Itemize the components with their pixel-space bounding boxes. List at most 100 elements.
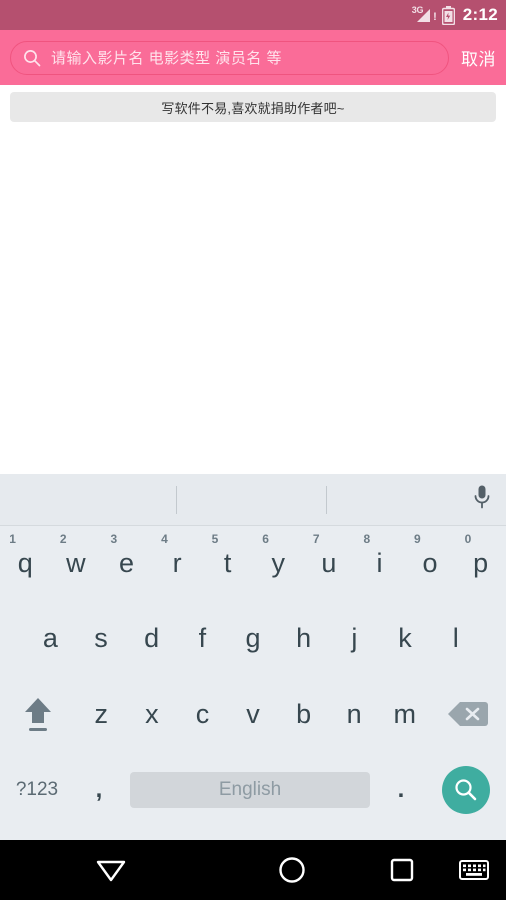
key-v[interactable]: v	[228, 699, 279, 730]
keyboard-row-1: 1q 2w 3e 4r 5t 6y 7u 8i 9o 0p	[0, 526, 506, 600]
key-i-label: i	[376, 547, 383, 578]
key-u[interactable]: 7u	[304, 526, 355, 600]
signal-bars-icon	[416, 9, 430, 22]
key-l[interactable]: l	[430, 600, 481, 676]
key-b[interactable]: b	[278, 699, 329, 730]
period-key-label: .	[397, 776, 405, 803]
key-p[interactable]: 0p	[455, 526, 506, 600]
key-s[interactable]: s	[76, 600, 127, 676]
key-a[interactable]: a	[25, 600, 76, 676]
key-n-label: n	[346, 698, 362, 729]
key-f-label: f	[198, 622, 207, 653]
key-g[interactable]: g	[228, 600, 279, 676]
key-f[interactable]: f	[177, 600, 228, 676]
key-m-label: m	[393, 698, 417, 729]
shift-key[interactable]	[0, 692, 76, 736]
key-k[interactable]: k	[380, 600, 431, 676]
key-a-label: a	[42, 622, 58, 653]
key-w[interactable]: 2w	[51, 526, 102, 600]
search-icon	[455, 779, 477, 801]
key-r-label: r	[172, 547, 182, 578]
key-q[interactable]: 1q	[0, 526, 51, 600]
key-y-number: 6	[262, 532, 269, 546]
key-c[interactable]: c	[177, 699, 228, 730]
key-p-number: 0	[464, 532, 472, 546]
comma-key[interactable]: ,	[74, 776, 124, 804]
period-key[interactable]: .	[376, 776, 426, 804]
donate-banner[interactable]: 写软件不易,喜欢就捐助作者吧~	[10, 92, 496, 122]
key-d[interactable]: d	[126, 600, 177, 676]
suggestion-divider	[176, 486, 177, 514]
key-s-label: s	[94, 622, 108, 653]
search-input[interactable]: 请输入影片名 电影类型 演员名 等	[10, 40, 449, 75]
key-z-label: z	[94, 698, 109, 729]
symbols-key[interactable]: ?123	[0, 779, 74, 801]
key-u-label: u	[321, 547, 337, 578]
suggestion-bar	[0, 474, 506, 526]
key-r[interactable]: 4r	[152, 526, 203, 600]
key-h-label: h	[296, 622, 312, 653]
key-e[interactable]: 3e	[101, 526, 152, 600]
search-placeholder: 请输入影片名 电影类型 演员名 等	[51, 50, 283, 67]
home-button[interactable]	[222, 840, 362, 900]
key-p-label: p	[473, 547, 489, 578]
key-l-label: l	[452, 622, 459, 653]
triangle-down-icon	[96, 860, 126, 882]
key-w-number: 2	[59, 532, 67, 546]
symbols-key-label: ?123	[15, 779, 59, 800]
key-x[interactable]: x	[127, 699, 178, 730]
app-root: 3G ! 2:12 请输入影片名 电影类型 演员名 等 取消 写软件不易,喜欢就…	[0, 0, 506, 900]
keyboard-switch-button[interactable]	[442, 840, 506, 900]
comma-key-label: ,	[95, 776, 103, 803]
key-i[interactable]: 8i	[354, 526, 405, 600]
key-e-label: e	[118, 547, 134, 578]
square-icon	[390, 858, 414, 882]
key-x-label: x	[145, 698, 159, 729]
donate-banner-label: 写软件不易,喜欢就捐助作者吧~	[161, 100, 345, 116]
keyboard-row-3: z x c v b n m	[0, 676, 506, 752]
key-o[interactable]: 9o	[405, 526, 456, 600]
search-results-area	[0, 130, 506, 474]
search-icon	[24, 49, 41, 66]
search-header: 请输入影片名 电影类型 演员名 等 取消	[0, 30, 506, 85]
back-button[interactable]	[0, 840, 222, 900]
keyboard-row-4: ?123 , English .	[0, 752, 506, 828]
key-e-number: 3	[110, 532, 118, 546]
key-q-number: 1	[9, 532, 16, 546]
key-t-label: t	[223, 547, 232, 578]
key-j[interactable]: j	[329, 600, 380, 676]
key-i-number: 8	[363, 532, 371, 546]
microphone-icon[interactable]	[472, 484, 492, 515]
clock-label: 2:12	[462, 5, 498, 24]
key-y[interactable]: 6y	[253, 526, 304, 600]
space-key-label: English	[218, 779, 282, 800]
key-d-label: d	[144, 622, 160, 653]
backspace-key[interactable]	[430, 699, 506, 729]
shift-icon	[25, 698, 51, 731]
cancel-button[interactable]: 取消	[461, 45, 496, 70]
signal-icon: 3G !	[412, 5, 437, 24]
space-key[interactable]: English	[130, 772, 370, 808]
key-j-label: j	[351, 622, 358, 653]
battery-icon	[441, 5, 456, 25]
status-bar: 3G ! 2:12	[0, 0, 506, 30]
key-n[interactable]: n	[329, 699, 380, 730]
key-t-number: 5	[211, 532, 219, 546]
soft-keyboard: 1q 2w 3e 4r 5t 6y 7u 8i 9o 0p a s d f g …	[0, 474, 506, 840]
backspace-icon	[448, 702, 488, 726]
key-t[interactable]: 5t	[202, 526, 253, 600]
network-alert-label: !	[433, 11, 437, 23]
keyboard-row-2: a s d f g h j k l	[0, 600, 506, 676]
key-m[interactable]: m	[379, 699, 430, 730]
key-h[interactable]: h	[278, 600, 329, 676]
key-c-label: c	[195, 698, 210, 729]
search-enter-key[interactable]	[426, 766, 506, 814]
key-g-label: g	[245, 622, 261, 653]
key-v-label: v	[246, 698, 260, 729]
key-o-number: 9	[414, 532, 421, 546]
key-z[interactable]: z	[76, 699, 127, 730]
key-w-label: w	[66, 547, 86, 578]
key-r-number: 4	[161, 532, 168, 546]
key-b-label: b	[296, 698, 312, 729]
recents-button[interactable]	[362, 840, 442, 900]
